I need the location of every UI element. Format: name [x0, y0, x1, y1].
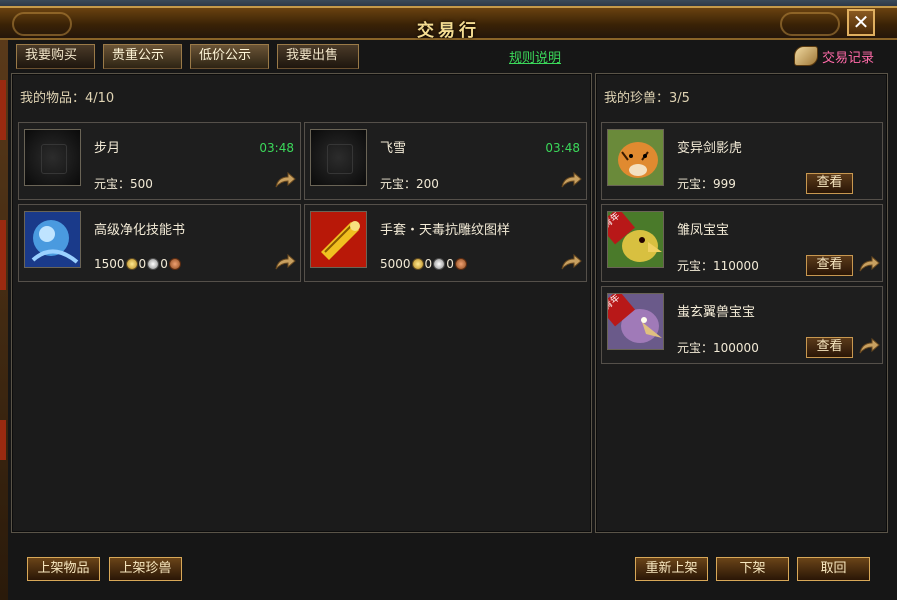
- rules-link[interactable]: 规则说明: [509, 47, 561, 66]
- item-price: 元宝：200: [380, 175, 439, 192]
- silver-coin-icon: [433, 258, 446, 270]
- my-items-header: 我的物品：4/10: [20, 91, 115, 106]
- item-time: 03:48: [259, 141, 294, 155]
- empty-slot-icon: [24, 129, 81, 186]
- pet-card[interactable]: 青年 雏凤宝宝 元宝：110000 查看: [601, 204, 883, 282]
- trade-window: 交易行 ✕ 我要购买 贵重公示 低价公示 我要出售 规则说明 交易记录 我的物品…: [0, 0, 897, 600]
- pet-price: 元宝：110000: [677, 257, 759, 274]
- item-name: 飞雪: [380, 141, 407, 156]
- my-pets-header: 我的珍兽：3/5: [604, 91, 690, 106]
- pet-card[interactable]: 青年 蚩玄翼兽宝宝 元宝：100000 查看: [601, 286, 883, 364]
- list-item-button[interactable]: 上架物品: [27, 557, 100, 581]
- item-card[interactable]: 手套・天毒抗雕纹图样 5000 0 0: [304, 204, 587, 282]
- tab-sell[interactable]: 我要出售: [277, 44, 359, 69]
- left-edge-segment: [0, 420, 6, 460]
- pet-name: 雏凤宝宝: [677, 223, 730, 238]
- item-name: 步月: [94, 141, 121, 156]
- price-value: 100000: [713, 341, 759, 355]
- price-label: 元宝：: [677, 341, 714, 355]
- relist-button[interactable]: 重新上架: [635, 557, 708, 581]
- share-arrow-icon[interactable]: [274, 171, 296, 189]
- title-bar: 交易行: [0, 6, 897, 41]
- price-label: 元宝：: [677, 259, 714, 273]
- close-button[interactable]: ✕: [847, 9, 875, 36]
- left-edge-decoration: [0, 40, 8, 600]
- retrieve-button[interactable]: 取回: [797, 557, 870, 581]
- gold-value: 1500: [94, 257, 125, 271]
- view-button[interactable]: 查看: [806, 337, 853, 358]
- tab-lowprice-notice[interactable]: 低价公示: [190, 44, 269, 69]
- tab-buy[interactable]: 我要购买: [16, 44, 95, 69]
- price-label: 元宝：: [380, 177, 417, 191]
- wing-beast-icon: 青年: [607, 293, 664, 350]
- copper-coin-icon: [454, 258, 467, 270]
- item-card[interactable]: 飞雪 03:48 元宝：200: [304, 122, 587, 200]
- left-edge-segment: [0, 80, 6, 140]
- my-items-panel: 我的物品：4/10 步月 03:48 元宝：500 飞雪 03:48 元宝：20…: [11, 73, 592, 533]
- price-value: 200: [416, 177, 439, 191]
- price-value: 500: [130, 177, 153, 191]
- phoenix-chick-icon: 青年: [607, 211, 664, 268]
- empty-slot-icon: [310, 129, 367, 186]
- silver-value: 0: [424, 257, 433, 271]
- share-arrow-icon[interactable]: [560, 171, 582, 189]
- scroll-pattern-icon: [310, 211, 367, 268]
- item-name: 手套・天毒抗雕纹图样: [380, 223, 511, 238]
- silver-value: 0: [138, 257, 147, 271]
- my-pets-panel: 我的珍兽：3/5 变异剑影虎 元宝：999 查看 青年 雏凤宝宝 元宝：1100…: [595, 73, 888, 533]
- pet-name: 蚩玄翼兽宝宝: [677, 305, 756, 320]
- item-price: 5000 0 0: [380, 257, 468, 271]
- item-name: 高级净化技能书: [94, 223, 186, 238]
- price-label: 元宝：: [677, 177, 714, 191]
- scroll-icon: [794, 46, 818, 66]
- gold-coin-icon: [125, 258, 138, 270]
- share-arrow-icon[interactable]: [858, 255, 880, 273]
- item-time: 03:48: [545, 141, 580, 155]
- view-button[interactable]: 查看: [806, 255, 853, 276]
- trade-record-label: 交易记录: [822, 51, 875, 66]
- share-arrow-icon[interactable]: [858, 337, 880, 355]
- copper-value: 0: [446, 257, 454, 271]
- tiger-icon: [607, 129, 664, 186]
- list-pet-button[interactable]: 上架珍兽: [109, 557, 182, 581]
- delist-button[interactable]: 下架: [716, 557, 789, 581]
- price-label: 元宝：: [94, 177, 131, 191]
- price-value: 110000: [713, 259, 759, 273]
- item-price: 元宝：500: [94, 175, 153, 192]
- pet-card[interactable]: 变异剑影虎 元宝：999 查看: [601, 122, 883, 200]
- item-card[interactable]: 步月 03:48 元宝：500: [18, 122, 301, 200]
- item-price: 1500 0 0: [94, 257, 182, 271]
- silver-coin-icon: [147, 258, 160, 270]
- pet-name: 变异剑影虎: [677, 141, 743, 156]
- pet-price: 元宝：999: [677, 175, 736, 192]
- pet-price: 元宝：100000: [677, 339, 759, 356]
- item-card[interactable]: 高级净化技能书 1500 0 0: [18, 204, 301, 282]
- view-button[interactable]: 查看: [806, 173, 853, 194]
- share-arrow-icon[interactable]: [274, 253, 296, 271]
- price-value: 999: [713, 177, 736, 191]
- window-title: 交易行: [417, 21, 480, 41]
- tab-valuable-notice[interactable]: 贵重公示: [103, 44, 182, 69]
- gold-coin-icon: [411, 258, 424, 270]
- left-edge-segment: [0, 220, 6, 290]
- share-arrow-icon[interactable]: [560, 253, 582, 271]
- skill-book-icon: [24, 211, 81, 268]
- gold-value: 5000: [380, 257, 411, 271]
- copper-value: 0: [160, 257, 168, 271]
- copper-coin-icon: [168, 258, 181, 270]
